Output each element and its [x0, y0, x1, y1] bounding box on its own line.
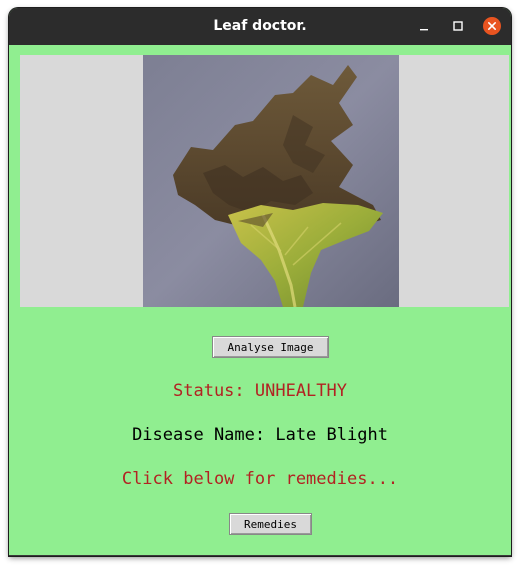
- minimize-icon[interactable]: [415, 17, 433, 35]
- analyse-image-button[interactable]: Analyse Image: [212, 336, 329, 358]
- remedy-prompt-label: Click below for remedies...: [121, 469, 399, 489]
- window-title: Leaf doctor.: [213, 18, 307, 34]
- remedies-button[interactable]: Remedies: [229, 513, 312, 535]
- status-label: Status: UNHEALTHY: [173, 381, 347, 401]
- image-display: [20, 55, 509, 307]
- main-panel: Analyse Image Status: UNHEALTHY Disease …: [9, 45, 511, 556]
- title-bar[interactable]: Leaf doctor.: [9, 8, 511, 45]
- close-icon[interactable]: [483, 17, 501, 35]
- leaf-photo: [143, 55, 399, 307]
- disease-name-label: Disease Name: Late Blight: [132, 425, 388, 445]
- window-bottom-border: [9, 555, 511, 556]
- app-window: Leaf doctor. Analyse Image Status: UNHEA…: [9, 8, 511, 556]
- maximize-icon[interactable]: [449, 17, 467, 35]
